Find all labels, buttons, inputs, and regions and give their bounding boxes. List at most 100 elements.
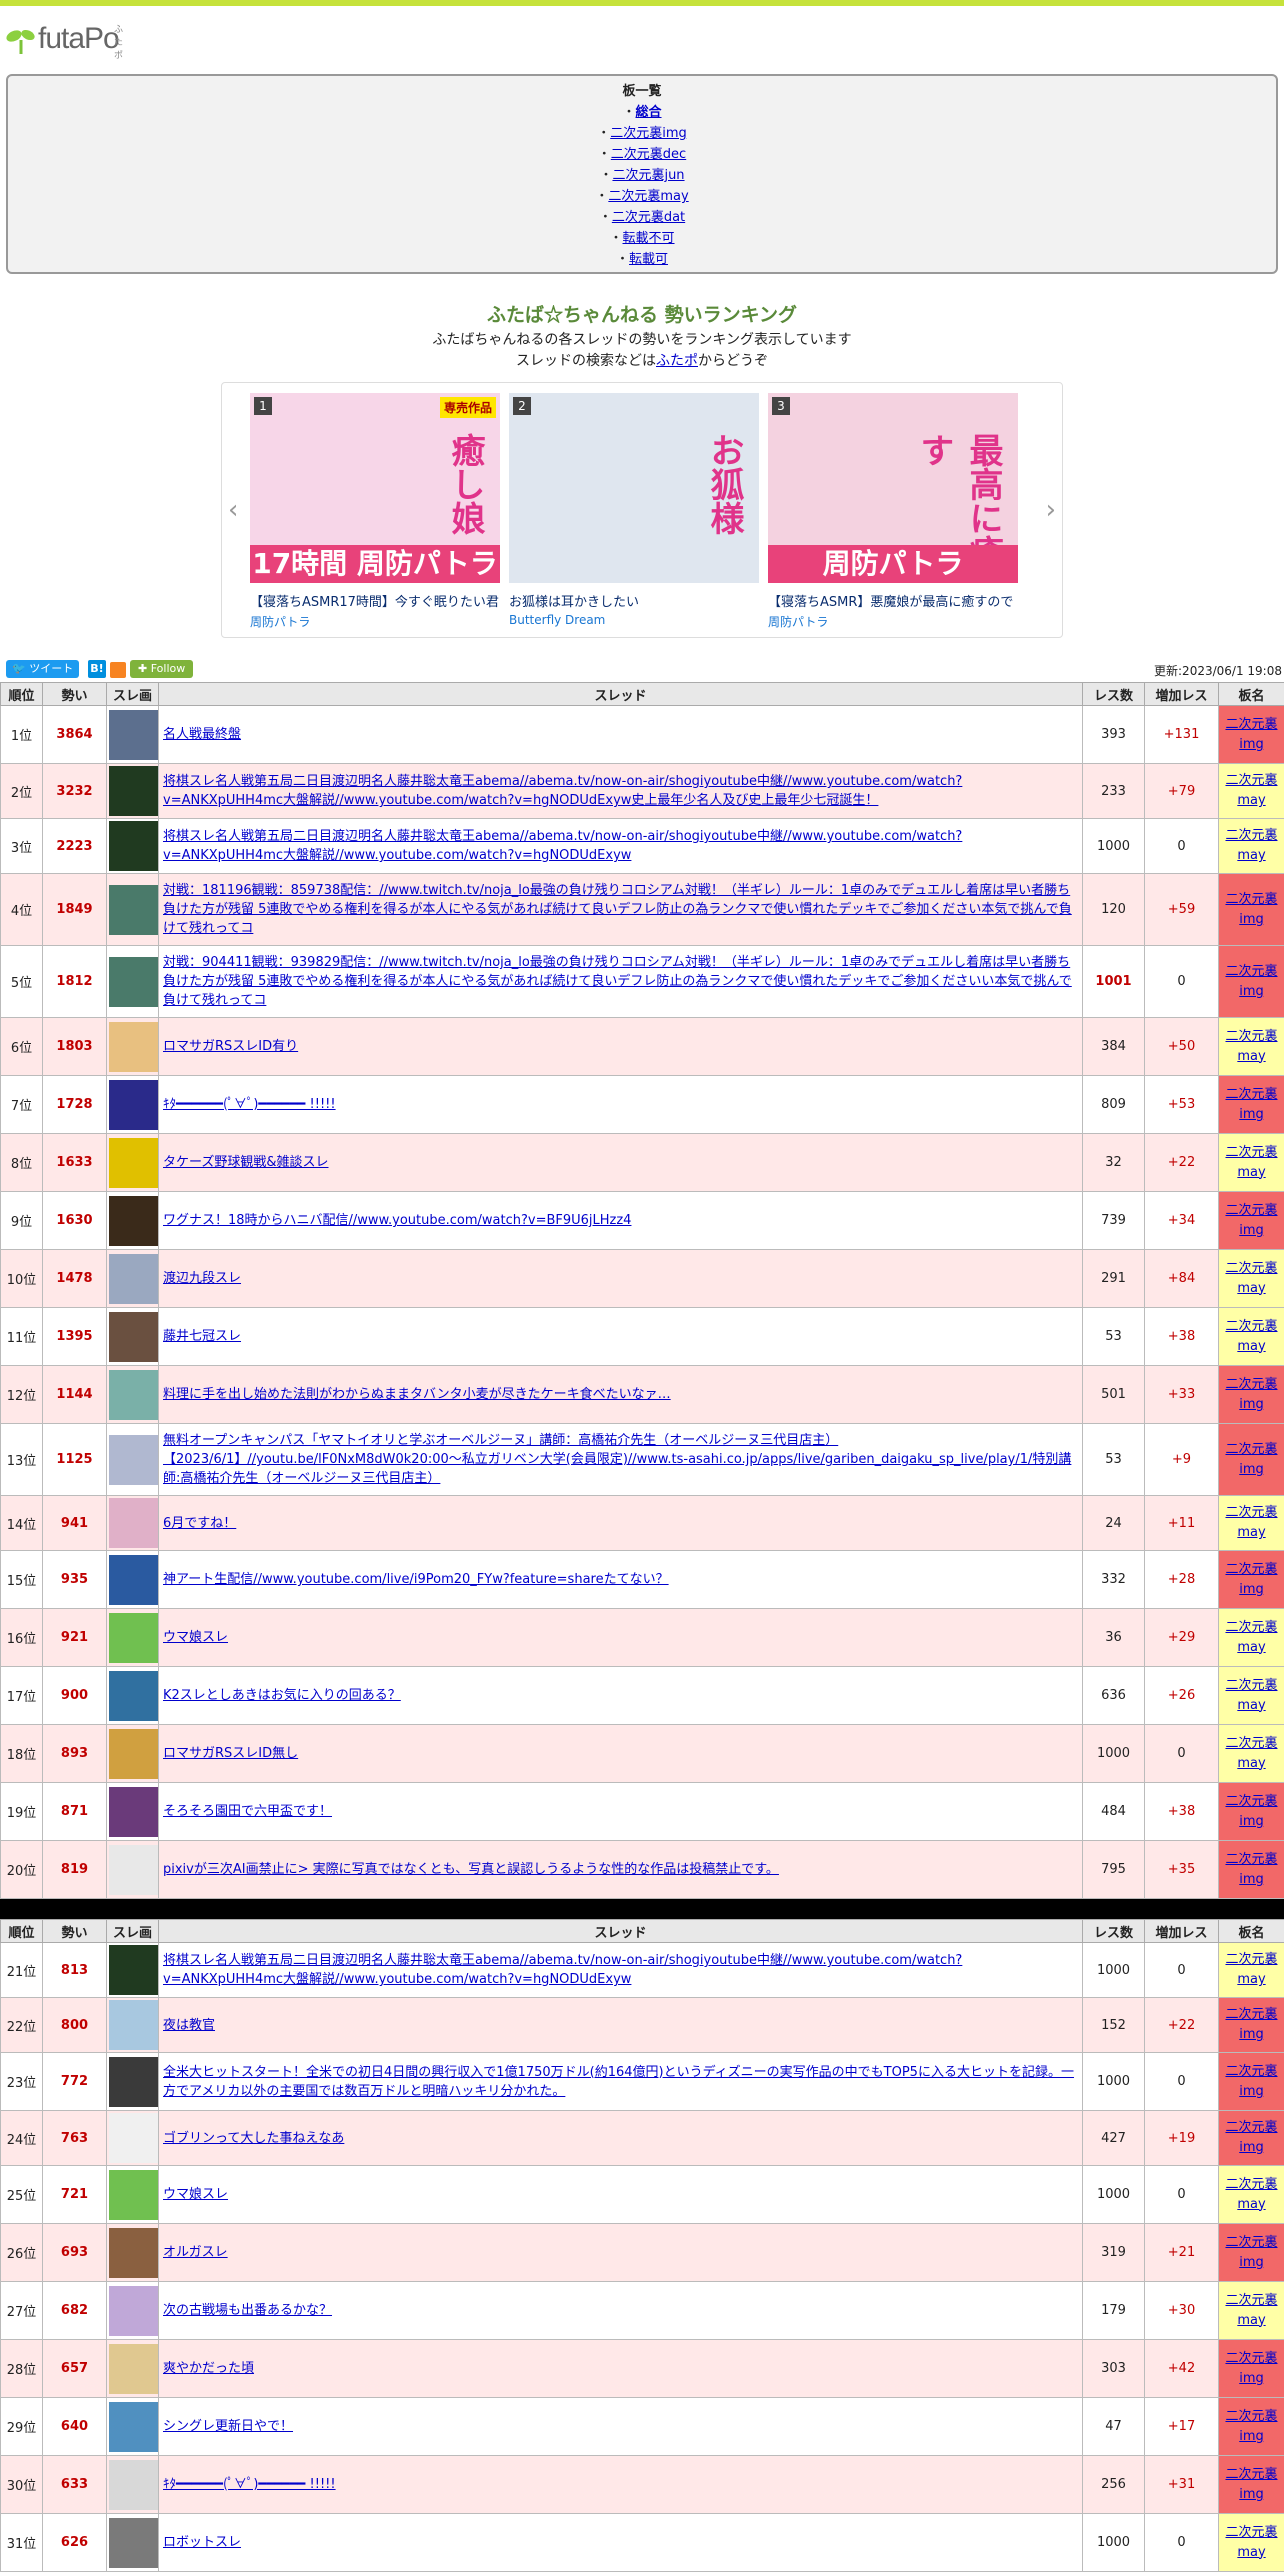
product-image[interactable]: 1専売作品癒し娘17時間 周防パトラ	[250, 393, 500, 583]
board-name-link[interactable]: 二次元裏img	[1225, 892, 1277, 927]
thread-link[interactable]: ウマ娘スレ	[163, 1630, 228, 1645]
board-link[interactable]: 二次元裏may	[608, 189, 688, 204]
thread-thumbnail[interactable]	[109, 1498, 159, 1548]
board-name-link[interactable]: 二次元裏may	[1225, 2525, 1277, 2560]
board-name-link[interactable]: 二次元裏img	[1225, 964, 1277, 999]
thread-link[interactable]: K2スレとしあきはお気に入りの回ある？	[163, 1688, 401, 1703]
board-name-link[interactable]: 二次元裏img	[1225, 1442, 1277, 1477]
board-name-link[interactable]: 二次元裏may	[1225, 828, 1277, 863]
thread-thumbnail[interactable]	[109, 1729, 159, 1779]
thread-link[interactable]: 爽やかだった頃	[163, 2361, 254, 2376]
board-name-link[interactable]: 二次元裏may	[1225, 1678, 1277, 1713]
thread-thumbnail[interactable]	[109, 2286, 159, 2336]
thread-link[interactable]: ウマ娘スレ	[163, 2187, 228, 2202]
board-name-link[interactable]: 二次元裏img	[1225, 1203, 1277, 1238]
board-name-link[interactable]: 二次元裏may	[1225, 1620, 1277, 1655]
chevron-right-icon[interactable]: ›	[1046, 495, 1056, 525]
carousel-card[interactable]: 3最高に癒す周防パトラ【寝落ちASMR】悪魔娘が最高に癒すので周防パトラ	[768, 393, 1018, 630]
thread-thumbnail[interactable]	[109, 1080, 159, 1130]
board-name-link[interactable]: 二次元裏img	[1225, 1794, 1277, 1829]
thread-thumbnail[interactable]	[109, 710, 159, 760]
board-name-link[interactable]: 二次元裏img	[1225, 2235, 1277, 2270]
thread-link[interactable]: 夜は教官	[163, 2018, 215, 2033]
board-link[interactable]: 転載可	[629, 252, 668, 267]
thread-thumbnail[interactable]	[109, 1196, 159, 1246]
thread-thumbnail[interactable]	[109, 1254, 159, 1304]
futapo-link[interactable]: ふたポ	[656, 353, 698, 369]
thread-link[interactable]: 対戦：181196観戦：859738配信：//www.twitch.tv/noj…	[163, 883, 1072, 936]
thread-link[interactable]: オルガスレ	[163, 2245, 228, 2260]
product-circle[interactable]: 周防パトラ	[768, 613, 1018, 630]
board-name-link[interactable]: 二次元裏img	[1225, 2467, 1277, 2502]
thread-thumbnail[interactable]	[109, 1022, 159, 1072]
thread-thumbnail[interactable]	[109, 2170, 159, 2220]
rss-icon[interactable]	[110, 662, 126, 678]
thread-thumbnail[interactable]	[109, 1613, 159, 1663]
board-link[interactable]: 二次元裏dec	[611, 147, 686, 162]
site-logo[interactable]: futaPo ふたポ	[6, 24, 119, 54]
thread-thumbnail[interactable]	[109, 1138, 159, 1188]
board-name-link[interactable]: 二次元裏may	[1225, 1145, 1277, 1180]
follow-button[interactable]: ✚ Follow	[130, 660, 193, 678]
product-title[interactable]: お狐様は耳かきしたい	[509, 591, 759, 610]
thread-link[interactable]: シングレ更新日やで！	[163, 2419, 293, 2434]
thread-thumbnail[interactable]	[109, 1370, 159, 1420]
board-link[interactable]: 二次元裏img	[610, 126, 687, 141]
thread-link[interactable]: ｷﾀ━━━━━━(ﾟ∀ﾟ)━━━━━━ !!!!!	[163, 1097, 336, 1112]
board-name-link[interactable]: 二次元裏img	[1225, 2064, 1277, 2099]
thread-thumbnail[interactable]	[109, 1312, 159, 1362]
board-name-link[interactable]: 二次元裏img	[1225, 717, 1277, 752]
board-name-link[interactable]: 二次元裏may	[1225, 1952, 1277, 1987]
thread-thumbnail[interactable]	[109, 821, 159, 871]
thread-link[interactable]: そろそろ園田で六甲盃です！	[163, 1804, 332, 1819]
thread-link[interactable]: 対戦：904411観戦：939829配信：//www.twitch.tv/noj…	[163, 955, 1072, 1008]
tweet-button[interactable]: 🐦 ツイート	[6, 660, 79, 678]
board-name-link[interactable]: 二次元裏may	[1225, 773, 1277, 808]
thread-link[interactable]: 6月ですね！	[163, 1516, 236, 1531]
board-name-link[interactable]: 二次元裏may	[1225, 1261, 1277, 1296]
product-title[interactable]: 【寝落ちASMR】悪魔娘が最高に癒すので	[768, 591, 1018, 610]
thread-link[interactable]: ワグナス！18時からハニバ配信//www.youtube.com/watch?v…	[163, 1213, 631, 1228]
thread-thumbnail[interactable]	[109, 2057, 159, 2107]
board-name-link[interactable]: 二次元裏img	[1225, 1377, 1277, 1412]
chevron-left-icon[interactable]: ‹	[228, 495, 238, 525]
product-image[interactable]: 2お狐様	[509, 393, 759, 583]
board-name-link[interactable]: 二次元裏may	[1225, 1736, 1277, 1771]
thread-thumbnail[interactable]	[109, 2460, 159, 2510]
thread-thumbnail[interactable]	[109, 2344, 159, 2394]
thread-link[interactable]: 神アート生配信//www.youtube.com/live/i9Pom20_FY…	[163, 1572, 669, 1587]
product-circle[interactable]: 周防パトラ	[250, 613, 500, 630]
board-name-link[interactable]: 二次元裏img	[1225, 2120, 1277, 2155]
board-link[interactable]: 総合	[636, 105, 662, 120]
board-name-link[interactable]: 二次元裏may	[1225, 2293, 1277, 2328]
thread-link[interactable]: 無料オープンキャンパス「ヤマトイオリと学ぶオーベルジーヌ」講師：高橋祐介先生（オ…	[163, 1433, 1071, 1486]
board-link[interactable]: 二次元裏jun	[612, 168, 684, 183]
thread-thumbnail[interactable]	[109, 2518, 159, 2568]
thread-link[interactable]: ロボットスレ	[163, 2535, 241, 2550]
thread-thumbnail[interactable]	[109, 2402, 159, 2452]
product-circle[interactable]: Butterfly Dream	[509, 613, 759, 627]
thread-thumbnail[interactable]	[109, 1787, 159, 1837]
thread-link[interactable]: 全米大ヒットスタート！全米での初日4日間の興行収入で1億1750万ドル(約164…	[163, 2065, 1074, 2099]
board-name-link[interactable]: 二次元裏may	[1225, 1505, 1277, 1540]
board-name-link[interactable]: 二次元裏may	[1225, 1319, 1277, 1354]
hatena-bookmark-button[interactable]: B!	[88, 660, 106, 678]
thread-thumbnail[interactable]	[109, 1671, 159, 1721]
product-image[interactable]: 3最高に癒す周防パトラ	[768, 393, 1018, 583]
thread-link[interactable]: ロマサガRSスレID無し	[163, 1746, 298, 1761]
thread-link[interactable]: 将棋スレ名人戦第五局二日目渡辺明名人藤井聡太竜王abema//abema.tv/…	[163, 1953, 962, 1987]
thread-link[interactable]: 藤井七冠スレ	[163, 1329, 241, 1344]
board-link[interactable]: 二次元裏dat	[612, 210, 685, 225]
thread-link[interactable]: タケーズ野球観戦&雑談スレ	[163, 1155, 329, 1170]
thread-link[interactable]: pixivが三次AI画禁止に> 実際に写真ではなくとも、写真と誤認しうるような性…	[163, 1862, 779, 1877]
thread-thumbnail[interactable]	[109, 1945, 159, 1995]
product-title[interactable]: 【寝落ちASMR17時間】今すぐ眠りたい君	[250, 591, 500, 610]
board-name-link[interactable]: 二次元裏may	[1225, 1029, 1277, 1064]
board-name-link[interactable]: 二次元裏img	[1225, 1852, 1277, 1887]
thread-thumbnail[interactable]	[109, 766, 159, 816]
thread-thumbnail[interactable]	[109, 2000, 159, 2050]
thread-thumbnail[interactable]	[109, 885, 159, 935]
thread-link[interactable]: 将棋スレ名人戦第五局二日目渡辺明名人藤井聡太竜王abema//abema.tv/…	[163, 774, 962, 808]
board-name-link[interactable]: 二次元裏may	[1225, 2177, 1277, 2212]
thread-link[interactable]: 料理に手を出し始めた法則がわからぬままタバンタ小麦が尽きたケーキ食べたいなァ…	[163, 1387, 671, 1402]
